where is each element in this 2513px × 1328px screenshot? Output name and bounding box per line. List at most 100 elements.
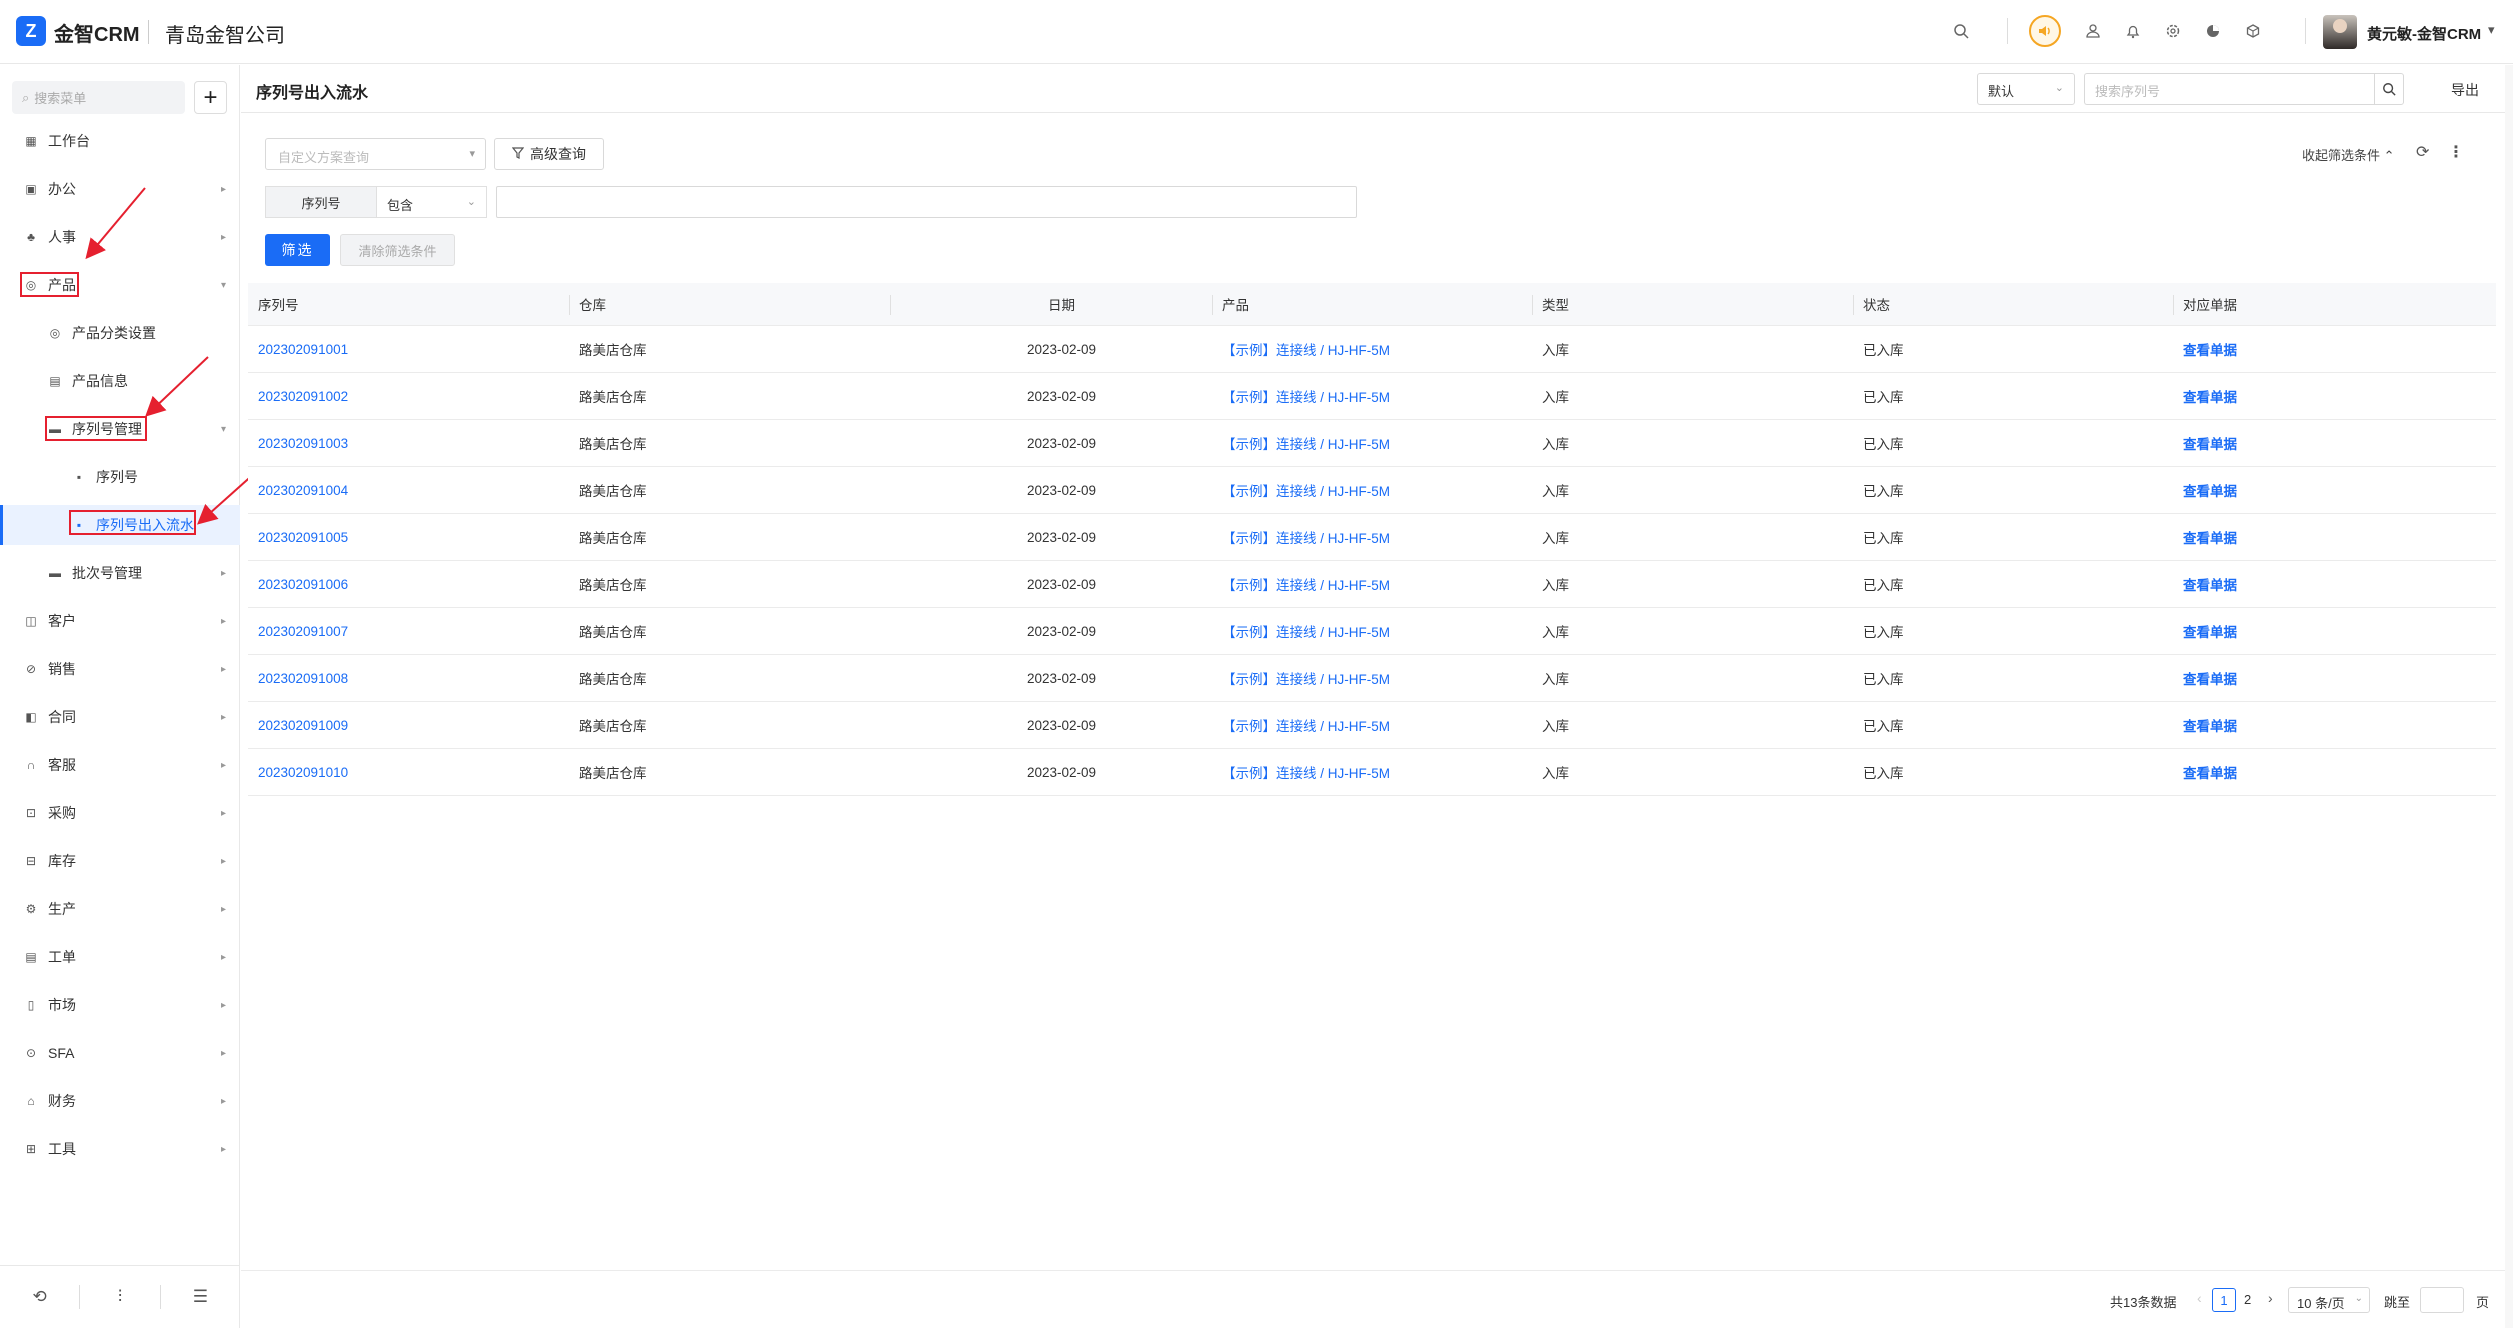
serial-link[interactable]: 202302091001 bbox=[258, 326, 348, 372]
column-divider bbox=[1212, 295, 1213, 315]
scrollbar[interactable] bbox=[2505, 65, 2513, 1328]
filter-button[interactable]: 筛选 bbox=[265, 234, 330, 266]
column-header-status[interactable]: 状态 bbox=[1863, 283, 1890, 325]
serial-link[interactable]: 202302091009 bbox=[258, 702, 348, 748]
bell-icon[interactable] bbox=[2122, 20, 2144, 42]
filter-operator-select[interactable]: 包含 ⌄ bbox=[377, 186, 487, 218]
filter-value-input[interactable] bbox=[496, 186, 1357, 218]
sidebar-item-production[interactable]: ⚙ 生产 ▸ bbox=[0, 889, 240, 929]
search-button[interactable] bbox=[2374, 73, 2404, 105]
clear-filters-button[interactable]: 清除筛选条件 bbox=[340, 234, 455, 266]
sidebar-item-product-info[interactable]: ▤ 产品信息 bbox=[0, 361, 240, 401]
serial-link[interactable]: 202302091006 bbox=[258, 561, 348, 607]
serial-link[interactable]: 202302091010 bbox=[258, 749, 348, 795]
scheme-select[interactable]: 默认 ⌄ bbox=[1977, 73, 2075, 105]
page-1-button[interactable]: 1 bbox=[2212, 1288, 2236, 1312]
logo-icon[interactable]: Z bbox=[16, 16, 46, 46]
product-link[interactable]: 【示例】连接线 / HJ-HF-5M bbox=[1222, 420, 1390, 466]
sidebar-item-inventory[interactable]: ⊟ 库存 ▸ bbox=[0, 841, 240, 881]
filter-field-label[interactable]: 序列号 bbox=[265, 186, 377, 218]
serial-link[interactable]: 202302091007 bbox=[258, 608, 348, 654]
jump-label: 跳至 bbox=[2384, 1295, 2411, 1310]
view-document-link[interactable]: 查看单据 bbox=[2183, 514, 2237, 560]
sidebar-item-workbench[interactable]: ▦ 工作台 bbox=[0, 121, 240, 161]
sidebar-item-tools[interactable]: ⊞ 工具 ▸ bbox=[0, 1129, 240, 1169]
prev-page-icon[interactable]: ‹ bbox=[2197, 1290, 2202, 1306]
sidebar-item-market[interactable]: ▯ 市场 ▸ bbox=[0, 985, 240, 1025]
cube-icon[interactable] bbox=[2242, 20, 2264, 42]
gear-icon[interactable] bbox=[2162, 20, 2184, 42]
sidebar-item-sfa[interactable]: ⊙ SFA ▸ bbox=[0, 1033, 240, 1073]
sidebar-item-office[interactable]: ▣ 办公 ▸ bbox=[0, 169, 240, 209]
avatar[interactable] bbox=[2323, 15, 2357, 49]
username[interactable]: 黄元敏-金智CRM bbox=[2367, 23, 2481, 44]
advanced-query-button[interactable]: 高级查询 bbox=[494, 138, 604, 170]
contacts-icon[interactable] bbox=[2082, 20, 2104, 42]
view-document-link[interactable]: 查看单据 bbox=[2183, 608, 2237, 654]
column-header-type[interactable]: 类型 bbox=[1542, 283, 1569, 325]
page-2-button[interactable]: 2 bbox=[2244, 1292, 2251, 1307]
total-count: 共13条数据 bbox=[2110, 1295, 2177, 1310]
collapse-filters-link[interactable]: 收起筛选条件 ⌃ bbox=[2302, 145, 2395, 164]
next-page-icon[interactable]: › bbox=[2268, 1290, 2273, 1306]
collapse-menu-icon[interactable]: ☰ bbox=[161, 1287, 240, 1307]
product-link[interactable]: 【示例】连接线 / HJ-HF-5M bbox=[1222, 373, 1390, 419]
export-button[interactable]: 导出 bbox=[2451, 80, 2479, 100]
view-document-link[interactable]: 查看单据 bbox=[2183, 326, 2237, 372]
view-document-link[interactable]: 查看单据 bbox=[2183, 467, 2237, 513]
sidebar-item-purchase[interactable]: ⊡ 采购 ▸ bbox=[0, 793, 240, 833]
sound-icon[interactable] bbox=[2029, 15, 2061, 47]
company-name[interactable]: 青岛金智公司 bbox=[165, 19, 285, 48]
brand-divider bbox=[148, 20, 149, 44]
sidebar-item-service[interactable]: ∩ 客服 ▸ bbox=[0, 745, 240, 785]
custom-scheme-select[interactable]: 自定义方案查询 ▾ bbox=[265, 138, 486, 170]
serial-search-input[interactable]: 搜索序列号 bbox=[2084, 73, 2374, 105]
chevron-down-icon[interactable]: ▾ bbox=[2488, 22, 2495, 38]
pie-chart-icon[interactable] bbox=[2202, 20, 2224, 42]
sidebar-item-batch-management[interactable]: ▬ 批次号管理 ▸ bbox=[0, 553, 240, 593]
add-menu-button[interactable]: + bbox=[194, 81, 227, 114]
view-document-link[interactable]: 查看单据 bbox=[2183, 655, 2237, 701]
product-link[interactable]: 【示例】连接线 / HJ-HF-5M bbox=[1222, 655, 1390, 701]
serial-link[interactable]: 202302091003 bbox=[258, 420, 348, 466]
product-link[interactable]: 【示例】连接线 / HJ-HF-5M bbox=[1222, 608, 1390, 654]
product-link[interactable]: 【示例】连接线 / HJ-HF-5M bbox=[1222, 514, 1390, 560]
view-document-link[interactable]: 查看单据 bbox=[2183, 702, 2237, 748]
page-size-select[interactable]: 10 条/页 ⌄ bbox=[2288, 1287, 2370, 1313]
sidebar-item-customer[interactable]: ◫ 客户 ▸ bbox=[0, 601, 240, 641]
page-title: 序列号出入流水 bbox=[256, 85, 369, 102]
sidebar-item-hr[interactable]: ♣ 人事 ▸ bbox=[0, 217, 240, 257]
sidebar-item-workorder[interactable]: ▤ 工单 ▸ bbox=[0, 937, 240, 977]
more-vertical-icon[interactable]: ⋮ bbox=[2448, 142, 2464, 162]
sidebar-item-serial[interactable]: ▪ 序列号 bbox=[0, 457, 240, 497]
view-document-link[interactable]: 查看单据 bbox=[2183, 749, 2237, 795]
product-link[interactable]: 【示例】连接线 / HJ-HF-5M bbox=[1222, 561, 1390, 607]
product-link[interactable]: 【示例】连接线 / HJ-HF-5M bbox=[1222, 702, 1390, 748]
history-icon[interactable]: ⟲ bbox=[0, 1287, 79, 1307]
serial-link[interactable]: 202302091005 bbox=[258, 514, 348, 560]
sidebar-item-finance[interactable]: ⌂ 财务 ▸ bbox=[0, 1081, 240, 1121]
view-document-link[interactable]: 查看单据 bbox=[2183, 561, 2237, 607]
serial-link[interactable]: 202302091002 bbox=[258, 373, 348, 419]
menu-search-input[interactable]: ⌕ 搜索菜单 bbox=[12, 81, 185, 114]
serial-link[interactable]: 202302091004 bbox=[258, 467, 348, 513]
chevron-down-icon: ⌄ bbox=[2354, 1293, 2363, 1304]
view-document-link[interactable]: 查看单据 bbox=[2183, 373, 2237, 419]
serial-link[interactable]: 202302091008 bbox=[258, 655, 348, 701]
product-link[interactable]: 【示例】连接线 / HJ-HF-5M bbox=[1222, 467, 1390, 513]
column-header-document[interactable]: 对应单据 bbox=[2183, 283, 2237, 325]
column-header-warehouse[interactable]: 仓库 bbox=[579, 283, 606, 325]
jump-page-input[interactable] bbox=[2420, 1287, 2464, 1313]
refresh-icon[interactable]: ⟳ bbox=[2416, 142, 2429, 162]
product-link[interactable]: 【示例】连接线 / HJ-HF-5M bbox=[1222, 326, 1390, 372]
column-header-serial[interactable]: 序列号 bbox=[258, 283, 299, 325]
column-header-date[interactable]: 日期 bbox=[901, 283, 1222, 325]
sidebar-item-product-category[interactable]: ◎ 产品分类设置 bbox=[0, 313, 240, 353]
view-document-link[interactable]: 查看单据 bbox=[2183, 420, 2237, 466]
column-header-product[interactable]: 产品 bbox=[1222, 283, 1249, 325]
search-icon[interactable] bbox=[1950, 20, 1972, 42]
sidebar-item-contract[interactable]: ◧ 合同 ▸ bbox=[0, 697, 240, 737]
sliders-icon[interactable]: ⫶ bbox=[80, 1287, 159, 1307]
product-link[interactable]: 【示例】连接线 / HJ-HF-5M bbox=[1222, 749, 1390, 795]
sidebar-item-sales[interactable]: ⊘ 销售 ▸ bbox=[0, 649, 240, 689]
